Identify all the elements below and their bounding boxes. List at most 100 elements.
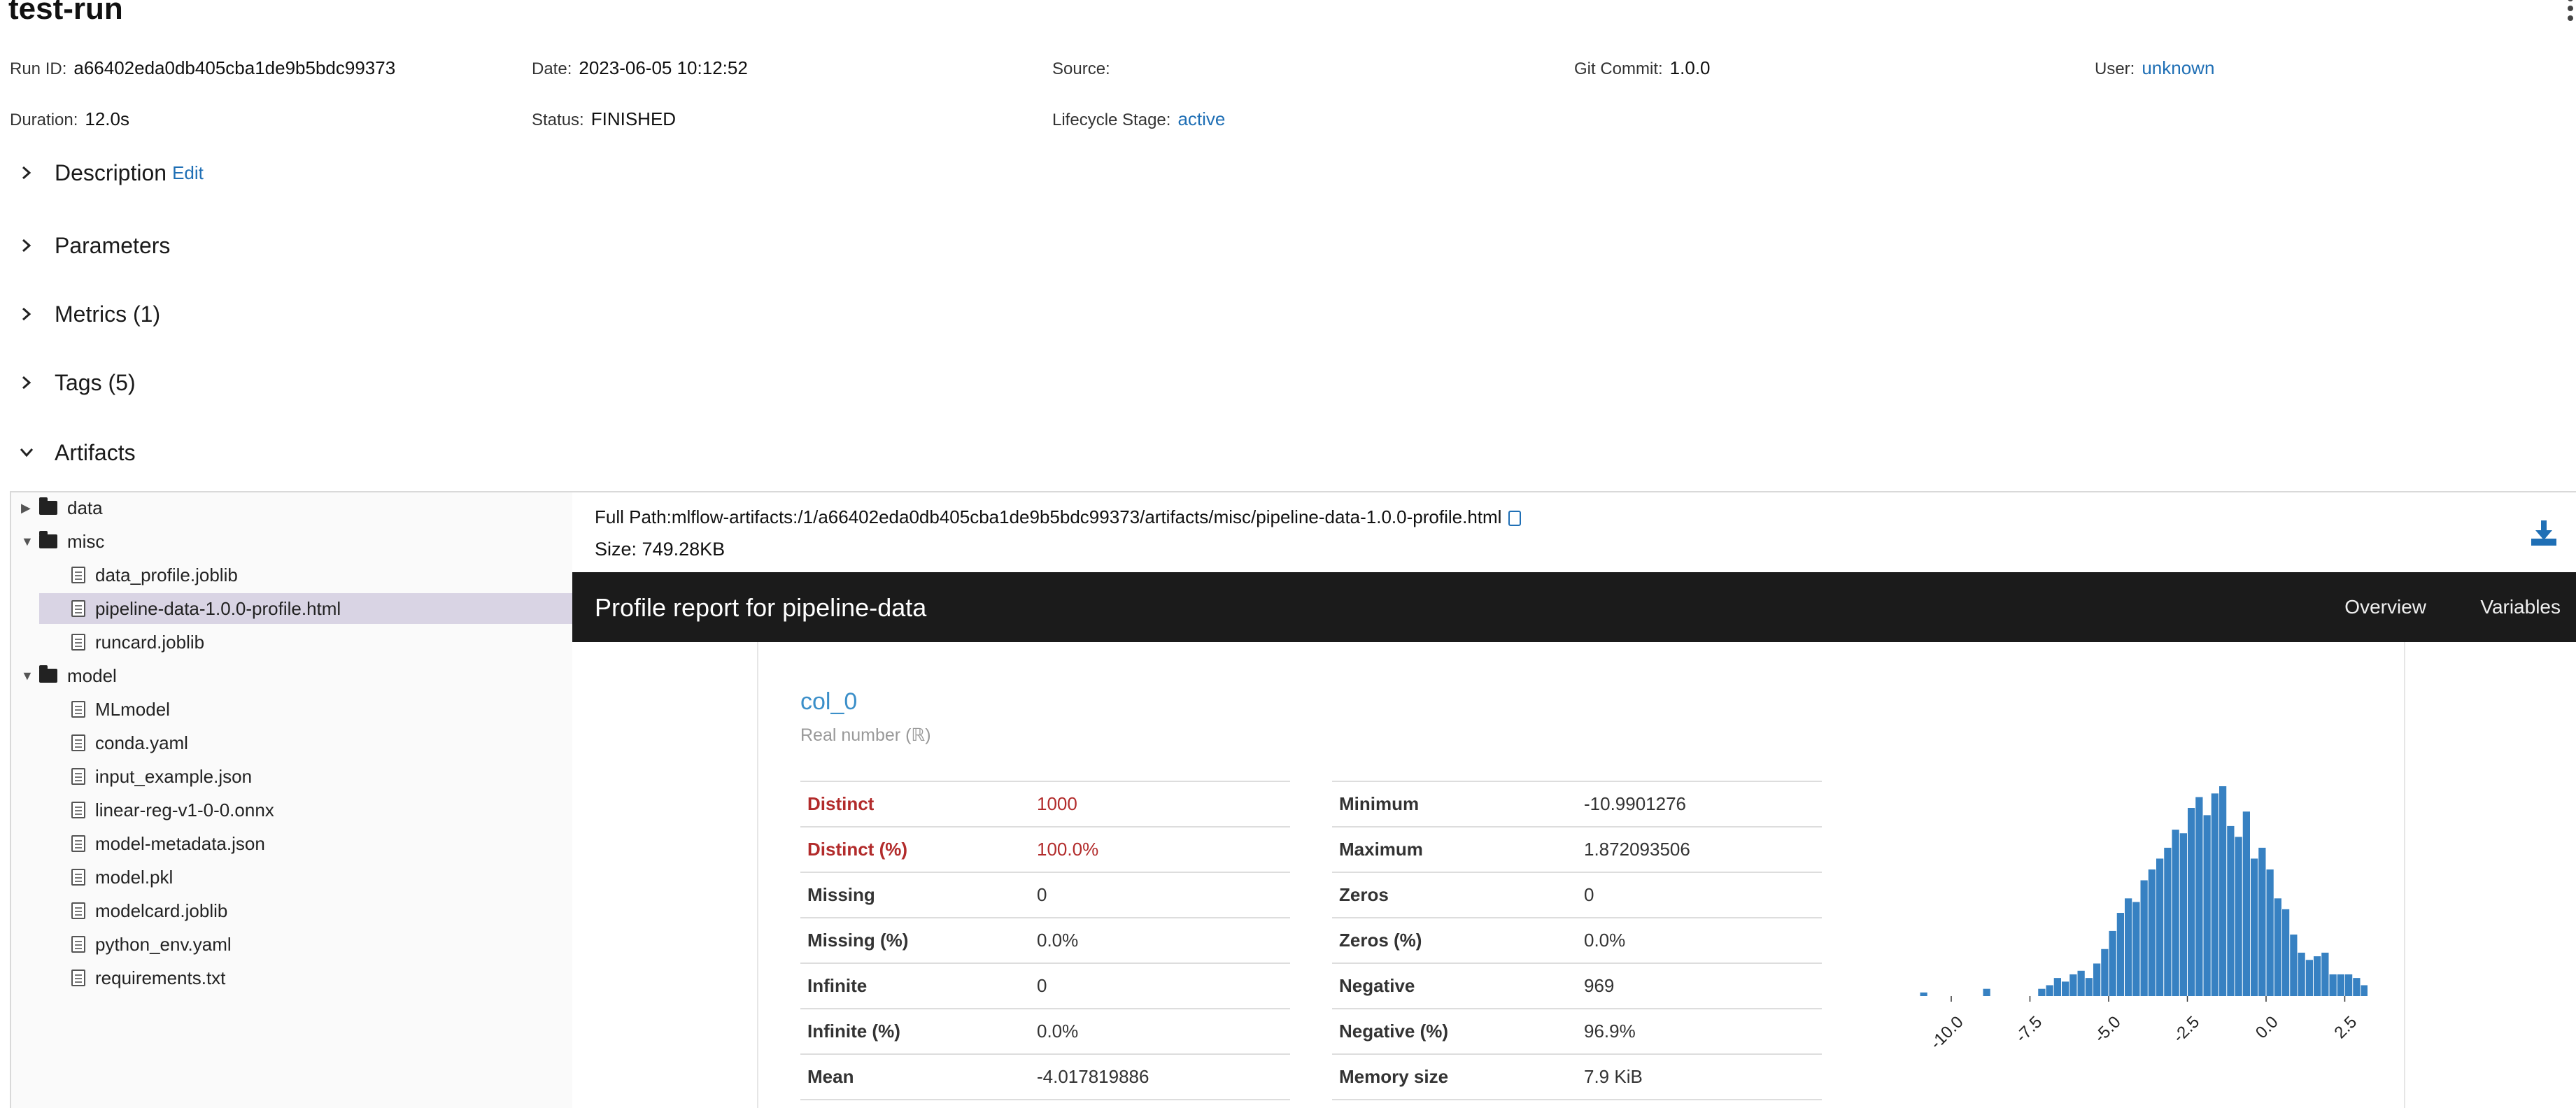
stat-value: 7.9 KiB (1584, 1066, 1643, 1087)
chevron-right-icon (13, 369, 41, 397)
section-tags-label: Tags (5) (55, 369, 136, 395)
tree-file[interactable]: conda.yaml (71, 727, 188, 758)
tree-file[interactable]: model.pkl (71, 862, 173, 893)
report-title: Profile report for pipeline-data (595, 593, 927, 622)
run-id-value: a66402eda0db405cba1de9b5bdc99373 (73, 57, 396, 78)
histogram-bar (2085, 978, 2093, 996)
histogram-bar (2069, 974, 2077, 996)
stat-key: Infinite (807, 975, 868, 996)
section-metrics-label: Metrics (1) (55, 301, 161, 327)
tree-file-selected[interactable]: pipeline-data-1.0.0-profile.html (39, 593, 572, 624)
size-label: Size: (595, 539, 637, 560)
section-tags[interactable]: Tags (5) (13, 365, 136, 400)
tree-file[interactable]: modelcard.joblib (71, 895, 227, 926)
nav-variables[interactable]: Variables (2480, 596, 2561, 618)
histogram-bar (2093, 963, 2101, 996)
section-parameters[interactable]: Parameters (13, 228, 170, 263)
stat-value: 100.0% (1037, 839, 1099, 860)
histogram-bar (2219, 786, 2227, 996)
tree-file[interactable]: model-metadata.json (71, 828, 265, 859)
tree-file-label: linear-reg-v1-0-0.onnx (95, 799, 274, 821)
histogram-bar (2062, 981, 2069, 996)
user-link[interactable]: unknown (2142, 57, 2214, 78)
histogram-bar (2116, 913, 2124, 996)
tree-file[interactable]: runcard.joblib (71, 627, 204, 658)
download-icon[interactable] (2528, 518, 2559, 548)
histogram-bar (2361, 985, 2368, 996)
artifact-tree: ▶ data ▼ misc data_profile.joblib pipeli… (11, 492, 572, 1108)
tree-file[interactable]: MLmodel (71, 694, 170, 725)
nav-overview[interactable]: Overview (2344, 596, 2426, 618)
stat-row: Infinite 0 (800, 964, 1290, 1009)
x-tick-label: -2.5 (2170, 1013, 2203, 1046)
section-artifacts[interactable]: Artifacts (13, 435, 136, 470)
stat-key: Zeros (1339, 884, 1389, 905)
histogram-bar (2038, 988, 2046, 996)
tree-file-label: pipeline-data-1.0.0-profile.html (95, 597, 341, 619)
variable-name-link[interactable]: col_0 (800, 688, 857, 716)
folder-icon (39, 497, 57, 515)
histogram-bar (2321, 952, 2329, 996)
file-icon (71, 567, 85, 583)
meta-date: Date: 2023-06-05 10:12:52 (532, 57, 748, 79)
more-options-icon[interactable] (2565, 0, 2576, 24)
file-icon (71, 600, 85, 617)
tree-file[interactable]: linear-reg-v1-0-0.onnx (71, 795, 274, 825)
edit-description-link[interactable]: Edit (172, 162, 204, 184)
code-file-icon (71, 936, 85, 953)
tree-file-label: model.pkl (95, 866, 174, 888)
stat-value: -10.9901276 (1584, 793, 1687, 814)
run-title: test-run (8, 0, 123, 26)
x-tick-label: -7.5 (2012, 1013, 2046, 1046)
histogram-bar (2156, 858, 2164, 996)
stat-key: Missing (%) (807, 930, 909, 951)
stats-table-left: Distinct 1000 Distinct (%) 100.0% Missing 0… (800, 781, 1290, 1100)
histogram-bar (2140, 880, 2148, 996)
stat-key: Missing (807, 884, 875, 905)
histogram-bar (2179, 833, 2187, 996)
caret-right-icon[interactable]: ▶ (21, 501, 39, 516)
stat-value: 0.0% (1037, 930, 1079, 951)
stat-value: 0.0% (1037, 1021, 1079, 1042)
tree-file[interactable]: input_example.json (71, 761, 252, 792)
tree-file[interactable]: python_env.yaml (71, 929, 232, 960)
tree-file-label: modelcard.joblib (95, 900, 228, 921)
stat-key: Memory size (1339, 1066, 1449, 1087)
section-description[interactable]: Description Edit (13, 155, 204, 190)
report-content: col_0 Real number (ℝ) Distinct 1000 Disti… (757, 642, 2405, 1108)
size-value: 749.28KB (642, 539, 726, 560)
caret-down-icon[interactable]: ▼ (21, 669, 39, 683)
tree-folder-data[interactable]: ▶ data (21, 492, 103, 523)
tree-folder-model[interactable]: ▼ model (21, 660, 117, 691)
stat-row: Zeros 0 (1332, 873, 1822, 918)
stats-table-right: Minimum -10.9901276 Maximum 1.872093506 Ze… (1332, 781, 1822, 1100)
copy-icon[interactable] (1508, 511, 1522, 527)
histogram-bar (2314, 956, 2321, 996)
tree-file-label: python_env.yaml (95, 933, 232, 955)
code-file-icon (71, 768, 85, 785)
stat-value: 0 (1037, 884, 1047, 905)
meta-git-commit: Git Commit: 1.0.0 (1574, 57, 1711, 79)
tree-folder-misc[interactable]: ▼ misc (21, 526, 104, 557)
tree-file-label: requirements.txt (95, 967, 226, 988)
section-parameters-label: Parameters (55, 232, 171, 258)
tree-file[interactable]: requirements.txt (71, 963, 225, 993)
meta-lifecycle: Lifecycle Stage: active (1052, 108, 1225, 130)
stat-key: Minimum (1339, 793, 1420, 814)
tree-folder-label: misc (67, 530, 105, 552)
histogram-bar (2077, 970, 2085, 996)
histogram-bar (2337, 974, 2344, 996)
meta-user: User: unknown (2095, 57, 2214, 79)
histogram-bar (2290, 935, 2298, 996)
histogram-bar (1920, 992, 1927, 996)
tree-file[interactable]: data_profile.joblib (71, 560, 561, 590)
histogram-bar (2164, 847, 2172, 996)
variable-type: Real number (ℝ) (800, 725, 931, 745)
duration-label: Duration: (10, 111, 78, 129)
file-icon (71, 802, 85, 818)
file-icon (71, 902, 85, 919)
x-tick-label: -5.0 (2090, 1013, 2124, 1046)
stat-row: Zeros (%) 0.0% (1332, 918, 1822, 964)
section-metrics[interactable]: Metrics (1) (13, 297, 160, 332)
caret-down-icon[interactable]: ▼ (21, 534, 39, 549)
